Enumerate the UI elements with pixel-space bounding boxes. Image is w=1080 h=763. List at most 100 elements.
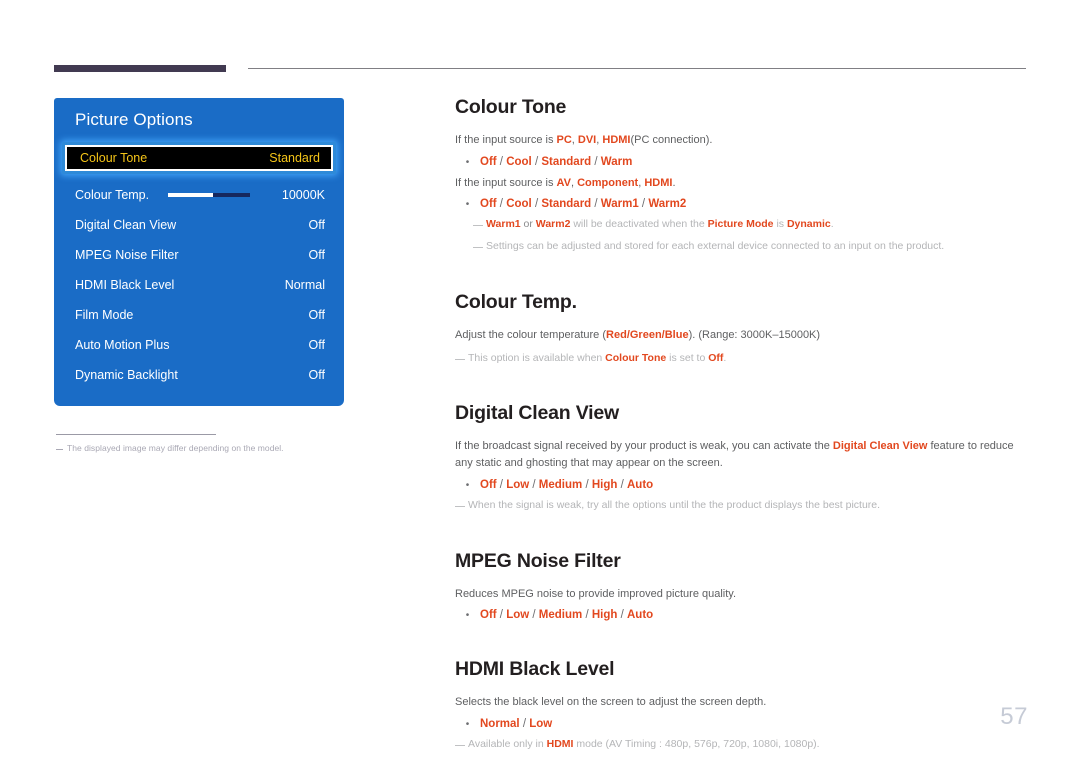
option: Off bbox=[480, 155, 497, 168]
header-rule-thin bbox=[248, 68, 1026, 69]
text-run: This option is available when bbox=[468, 351, 606, 364]
page-number: 57 bbox=[1000, 703, 1028, 730]
colour-tone-options-av: • Off / Cool / Standard / Warm1 / Warm2 bbox=[455, 198, 1030, 210]
osd-row-value: Off bbox=[308, 338, 325, 352]
osd-row-label: Film Mode bbox=[75, 308, 134, 322]
option: High bbox=[591, 609, 618, 622]
osd-footnote: The displayed image may differ depending… bbox=[54, 443, 344, 453]
osd-row-label: Auto Motion Plus bbox=[75, 338, 170, 352]
term-picture-mode: Picture Mode bbox=[707, 218, 774, 231]
osd-row-dynamic-backlight[interactable]: Dynamic Backlight Off bbox=[54, 360, 344, 390]
bullet-dot-icon: • bbox=[465, 479, 470, 491]
term-green: Green bbox=[629, 328, 662, 341]
colour-tone-options-pc: • Off / Cool / Standard / Warm bbox=[455, 156, 1030, 168]
note-dash-icon bbox=[473, 247, 483, 249]
term-warm1: Warm1 bbox=[486, 218, 521, 231]
option: High bbox=[591, 478, 618, 491]
colour-temp-slider-fill bbox=[167, 193, 213, 197]
term-pc: PC bbox=[556, 134, 572, 146]
term-warm2: Warm2 bbox=[535, 218, 571, 231]
manual-body: Colour Tone If the input source is PC, D… bbox=[455, 96, 1030, 759]
term-blue: Blue bbox=[664, 328, 689, 341]
osd-row-label: Dynamic Backlight bbox=[75, 368, 178, 382]
osd-row-film-mode[interactable]: Film Mode Off bbox=[54, 300, 344, 330]
note-dash-icon bbox=[473, 225, 483, 227]
digital-clean-view-options: • Off / Low / Medium / High / Auto bbox=[455, 479, 1030, 491]
section-heading-digital-clean-view: Digital Clean View bbox=[455, 402, 620, 425]
osd-row-auto-motion-plus[interactable]: Auto Motion Plus Off bbox=[54, 330, 344, 360]
option: Off bbox=[480, 198, 497, 211]
text-run: If the input source is bbox=[455, 176, 557, 189]
option: Standard bbox=[541, 155, 592, 168]
option: Off bbox=[480, 478, 497, 491]
option-list: Off / Cool / Standard / Warm1 / Warm2 bbox=[480, 198, 687, 211]
section-heading-hdmi-black-level: HDMI Black Level bbox=[455, 658, 615, 681]
text-run: is set to bbox=[666, 351, 709, 364]
text-run: If the broadcast signal received by your… bbox=[455, 440, 833, 453]
section-heading-colour-tone: Colour Tone bbox=[455, 96, 567, 118]
colour-tone-note-2: Settings can be adjusted and stored for … bbox=[455, 239, 1030, 255]
osd-row-hdmi-black-level[interactable]: HDMI Black Level Normal bbox=[54, 270, 344, 300]
osd-row-label: MPEG Noise Filter bbox=[75, 248, 179, 262]
osd-row-value: Off bbox=[308, 368, 325, 382]
osd-row-digital-clean-view[interactable]: Digital Clean View Off bbox=[54, 210, 344, 240]
option: Warm1 bbox=[600, 198, 639, 211]
text-run: Adjust the colour temperature ( bbox=[455, 328, 607, 341]
mpeg-noise-filter-options: • Off / Low / Medium / High / Auto bbox=[455, 609, 1030, 621]
option: Normal bbox=[480, 718, 520, 731]
osd-row-label: Colour Tone bbox=[80, 151, 148, 165]
text-run: or bbox=[520, 218, 536, 231]
option: Low bbox=[506, 478, 530, 491]
text-run: ). (Range: 3000K–15000K) bbox=[688, 328, 821, 341]
text-run: . bbox=[672, 176, 676, 189]
osd-row-colour-temp[interactable]: Colour Temp. 10000K bbox=[54, 180, 344, 210]
term-off: Off bbox=[708, 351, 724, 364]
option-list: Off / Low / Medium / High / Auto bbox=[480, 478, 654, 491]
hdmi-black-level-note: Available only in HDMI mode (AV Timing :… bbox=[455, 737, 1030, 753]
osd-row-value: 10000K bbox=[281, 188, 325, 202]
option: Cool bbox=[506, 198, 532, 211]
colour-temp-slider[interactable] bbox=[167, 193, 250, 197]
term-hdmi: HDMI bbox=[602, 134, 631, 146]
section-heading-colour-temp: Colour Temp. bbox=[455, 290, 577, 313]
option: Warm bbox=[600, 155, 633, 168]
bullet-dot-icon: • bbox=[465, 199, 470, 211]
colour-temp-note: This option is available when Colour Ton… bbox=[455, 351, 1030, 367]
osd-row-value: Normal bbox=[284, 278, 325, 292]
osd-slider-wrap bbox=[149, 193, 282, 197]
option: Warm2 bbox=[648, 198, 687, 211]
note-dash-icon bbox=[56, 449, 63, 450]
digital-clean-view-line-1: If the broadcast signal received by your… bbox=[455, 438, 1030, 471]
note-dash-icon bbox=[455, 745, 465, 747]
option-list: Off / Cool / Standard / Warm bbox=[480, 155, 633, 168]
note-text: This option is available when Colour Ton… bbox=[468, 351, 726, 367]
option: Auto bbox=[627, 609, 654, 622]
osd-panel: Picture Options Colour Tone Standard Col… bbox=[54, 98, 344, 406]
option: Auto bbox=[627, 478, 654, 491]
text-run: mode (AV Timing : 480p, 576p, 720p, 1080… bbox=[573, 738, 820, 751]
text-run: . bbox=[723, 351, 727, 364]
osd-row-colour-tone[interactable]: Colour Tone Standard bbox=[65, 145, 333, 171]
header-rule-thick bbox=[54, 65, 226, 72]
osd-row-value: Off bbox=[308, 308, 325, 322]
text-run: Available only in bbox=[468, 738, 547, 751]
term-hdmi: HDMI bbox=[644, 176, 673, 189]
option: Cool bbox=[506, 155, 532, 168]
term-component: Component bbox=[577, 176, 639, 189]
bullet-dot-icon: • bbox=[465, 719, 470, 731]
osd-row-mpeg-noise-filter[interactable]: MPEG Noise Filter Off bbox=[54, 240, 344, 270]
section-heading-mpeg-noise-filter: MPEG Noise Filter bbox=[455, 549, 621, 572]
note-dash-icon bbox=[455, 505, 465, 507]
osd-row-value: Off bbox=[308, 248, 325, 262]
text-run: is bbox=[773, 218, 787, 231]
colour-tone-line-1: If the input source is PC, DVI, HDMI(PC … bbox=[455, 132, 1030, 149]
option: Low bbox=[529, 718, 553, 731]
option-list: Off / Low / Medium / High / Auto bbox=[480, 609, 654, 622]
term-colour-tone: Colour Tone bbox=[605, 351, 667, 364]
text-run: (PC connection). bbox=[630, 134, 713, 146]
text-run: will be deactivated when the bbox=[570, 218, 708, 231]
colour-tone-line-2: If the input source is AV, Component, HD… bbox=[455, 175, 1030, 192]
hdmi-black-level-options: • Normal / Low bbox=[455, 718, 1030, 730]
osd-row-label: HDMI Black Level bbox=[75, 278, 175, 292]
